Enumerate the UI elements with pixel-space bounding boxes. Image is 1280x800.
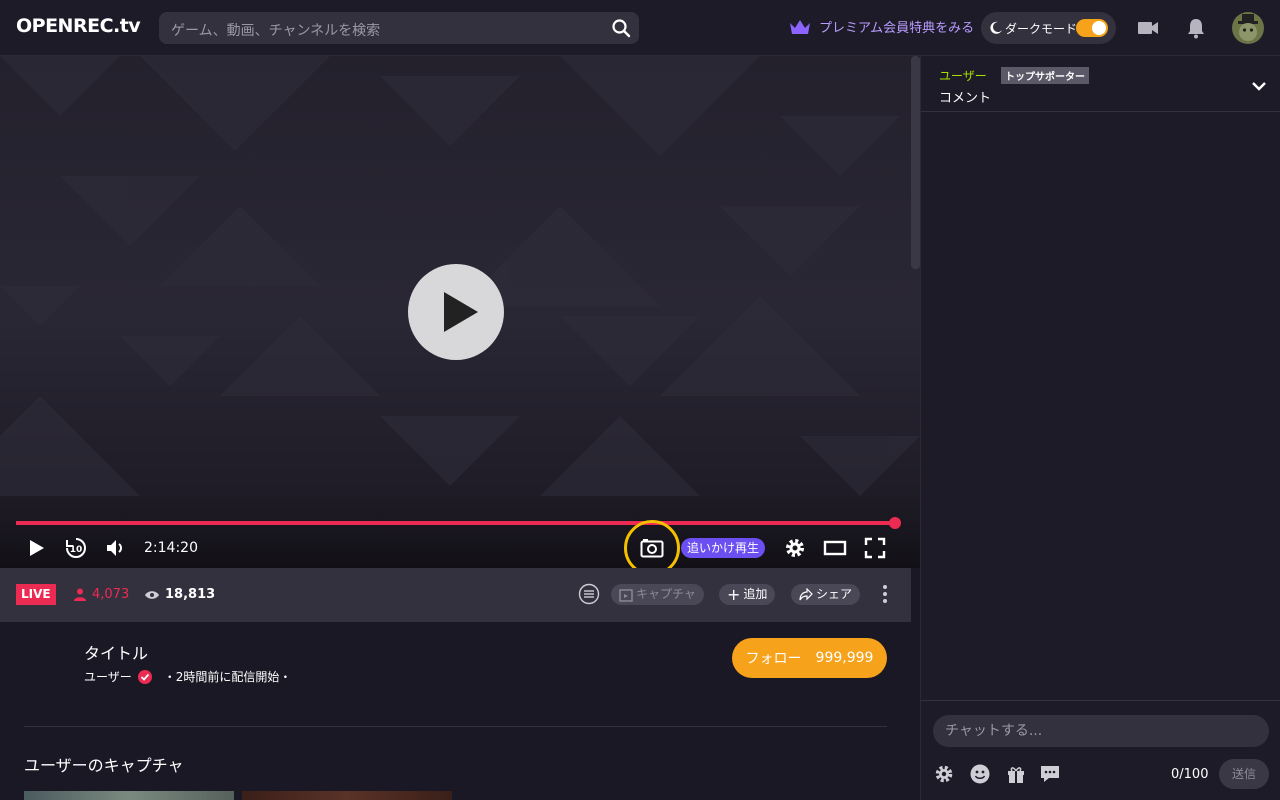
playlist-icon[interactable] (578, 583, 600, 605)
emoji-icon[interactable] (969, 763, 991, 785)
chevron-down-icon[interactable] (1251, 78, 1267, 94)
premium-label: プレミアム会員特典をみる (819, 21, 975, 36)
stream-title: タイトル (84, 644, 149, 663)
play-icon (444, 292, 478, 332)
theater-mode-icon[interactable] (823, 536, 847, 560)
follow-label: フォロー (745, 651, 802, 667)
gear-icon[interactable] (783, 536, 807, 560)
top-supporter-badge: トップサポーター (1001, 67, 1089, 84)
capture-thumbnail[interactable] (242, 791, 452, 800)
viewer-count-value: 4,073 (92, 587, 130, 602)
chat-pinned-comment[interactable]: ユーザー トップサポーター コメント (921, 56, 1280, 112)
progress-knob[interactable] (889, 517, 902, 529)
capture-icon (619, 588, 633, 602)
rewind-seconds: 10 (70, 545, 83, 555)
verified-icon (137, 669, 152, 684)
big-play-button[interactable] (408, 264, 504, 360)
crown-icon (790, 19, 810, 34)
search-bar[interactable]: ゲーム、動画、チャンネルを検索 (159, 12, 639, 44)
play-icon[interactable] (24, 536, 48, 560)
more-options-icon[interactable] (880, 583, 890, 605)
follower-count: 999,999 (815, 650, 874, 666)
stream-title-area: タイトル (84, 640, 148, 664)
chat-input[interactable]: チャットする... (933, 715, 1269, 747)
darkmode-switch[interactable] (1076, 19, 1108, 37)
stream-info-bar: LIVE 4,073 18,813 キャプチャ + 追加 シェア (0, 568, 911, 622)
live-badge: LIVE (16, 584, 56, 605)
premium-link[interactable]: プレミアム会員特典をみる (789, 17, 974, 36)
person-icon (74, 588, 86, 601)
capture-thumbnail[interactable] (24, 791, 234, 800)
share-button[interactable]: シェア (791, 584, 861, 605)
chat-username[interactable]: ユーザー (939, 67, 987, 84)
add-label: 追加 (743, 587, 768, 601)
stream-subline: ユーザー ・2時間前に配信開始・ (84, 668, 291, 685)
eye-icon (145, 590, 159, 599)
fullscreen-icon[interactable] (863, 536, 887, 560)
streamer-name[interactable]: ユーザー (84, 668, 132, 685)
progress-fill (16, 521, 896, 525)
bell-icon[interactable] (1184, 16, 1208, 40)
video-player[interactable]: 10 2:14:20 追いかけ再生 (0, 56, 920, 568)
camera-icon[interactable] (640, 536, 664, 560)
moon-icon (990, 21, 1002, 34)
video-camera-icon[interactable] (1136, 16, 1160, 40)
viewer-count: 4,073 (74, 587, 129, 602)
stream-meta: ・2時間前に配信開始・ (163, 670, 292, 684)
view-count-value: 18,813 (165, 587, 216, 602)
captures-section-title: ユーザーのキャプチャ (24, 756, 184, 775)
plus-icon: + (727, 584, 741, 604)
darkmode-label: ダークモード (1005, 21, 1078, 36)
chat-footer: チャットする... 0/100 送信 (921, 700, 1280, 800)
share-label: シェア (816, 587, 853, 601)
view-count: 18,813 (145, 587, 215, 602)
header: OPENREC.tv ゲーム、動画、チャンネルを検索 プレミアム会員特典をみる … (0, 0, 1280, 56)
follow-button[interactable]: フォロー 999,999 (732, 638, 887, 678)
chat-panel: ユーザー トップサポーター コメント チャットする... 0/100 送信 (920, 56, 1280, 800)
divider (24, 726, 887, 727)
comment-icon[interactable] (1039, 763, 1061, 785)
user-avatar[interactable] (1232, 12, 1264, 44)
volume-icon[interactable] (104, 536, 128, 560)
gear-icon[interactable] (933, 763, 955, 785)
site-logo[interactable]: OPENREC.tv (16, 15, 141, 37)
progress-bar[interactable] (16, 517, 902, 529)
chase-play-button[interactable]: 追いかけ再生 (681, 538, 766, 558)
capture-label: キャプチャ (636, 587, 696, 601)
playback-time: 2:14:20 (144, 540, 198, 556)
chat-comment-text: コメント (939, 91, 992, 106)
rewind-10-icon[interactable]: 10 (64, 536, 88, 560)
search-icon[interactable] (611, 18, 631, 38)
send-button[interactable]: 送信 (1219, 759, 1269, 789)
share-icon (799, 588, 813, 601)
char-count: 0/100 (1171, 767, 1209, 782)
gift-icon[interactable] (1005, 763, 1027, 785)
search-input[interactable]: ゲーム、動画、チャンネルを検索 (171, 20, 380, 40)
darkmode-toggle[interactable]: ダークモード (981, 12, 1116, 44)
capture-button[interactable]: キャプチャ (611, 584, 704, 605)
player-scrollbar[interactable] (911, 56, 920, 269)
add-button[interactable]: + 追加 (719, 584, 776, 605)
